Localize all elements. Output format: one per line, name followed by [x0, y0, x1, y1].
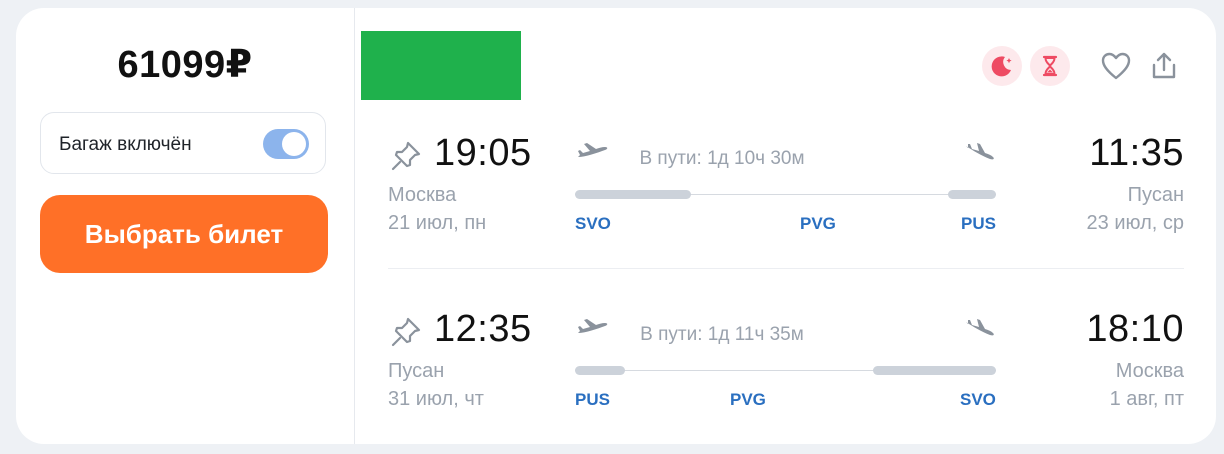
departure-date: 31 июл, чт [388, 388, 484, 410]
landing-plane-icon [966, 143, 994, 160]
segment-divider [388, 268, 1184, 269]
pin-icon[interactable] [388, 314, 424, 350]
arrival-date: 23 июл, ср [1086, 212, 1184, 234]
long-layover-badge[interactable] [1030, 46, 1070, 86]
arrival-time: 18:10 [1086, 308, 1184, 350]
moon-icon [991, 56, 1012, 77]
baggage-label: Багаж включён [59, 134, 192, 155]
baggage-option[interactable]: Багаж включён [40, 112, 326, 174]
departure-time: 19:05 [434, 132, 532, 174]
arrival-time: 11:35 [1089, 132, 1184, 174]
route-leg-bar [948, 190, 996, 199]
arrival-city: Москва [1115, 360, 1184, 382]
night-flight-badge[interactable] [982, 46, 1022, 86]
ticket-price: 61099₽ [117, 44, 253, 86]
flight-duration: В пути: 1д 11ч 35м [640, 324, 804, 345]
arrival-date: 1 авг, пт [1109, 388, 1184, 410]
route-leg-bar [575, 366, 625, 375]
airline-logo [361, 31, 521, 100]
ticket-card: 61099₽ Багаж включён Выбрать билет 19:05… [16, 8, 1216, 444]
select-ticket-button[interactable]: Выбрать билет [40, 195, 328, 273]
hourglass-icon [1042, 55, 1058, 77]
baggage-toggle[interactable] [263, 129, 309, 159]
departure-city: Москва [388, 184, 457, 206]
departure-time: 12:35 [434, 308, 532, 350]
arrival-city: Пусан [1127, 184, 1184, 206]
airport-code-transfer[interactable]: PVG [800, 214, 836, 234]
flight-segment-outbound[interactable]: 19:05 Москва 21 июл, пн В пути: 1д 10ч 3… [388, 132, 1184, 252]
airport-code-origin[interactable]: SVO [575, 214, 611, 234]
route-leg-bar [873, 366, 996, 375]
price-panel: 61099₽ Багаж включён Выбрать билет [16, 8, 355, 444]
share-icon[interactable] [1146, 48, 1182, 84]
pin-icon[interactable] [388, 138, 424, 174]
favorite-heart-icon[interactable] [1098, 48, 1134, 84]
route-leg-bar [575, 190, 691, 199]
departure-date: 21 июл, пн [388, 212, 487, 234]
flight-duration: В пути: 1д 10ч 30м [639, 148, 805, 169]
toggle-knob [282, 132, 306, 156]
airport-code-destination[interactable]: SVO [960, 390, 996, 410]
departure-city: Пусан [388, 360, 445, 382]
airport-code-destination[interactable]: PUS [961, 214, 996, 234]
airport-code-transfer[interactable]: PVG [730, 390, 766, 410]
landing-plane-icon [966, 319, 994, 336]
airport-code-origin[interactable]: PUS [575, 390, 610, 410]
flight-segment-return[interactable]: 12:35 Пусан 31 июл, чт В пути: 1д 11ч 35… [388, 308, 1184, 428]
